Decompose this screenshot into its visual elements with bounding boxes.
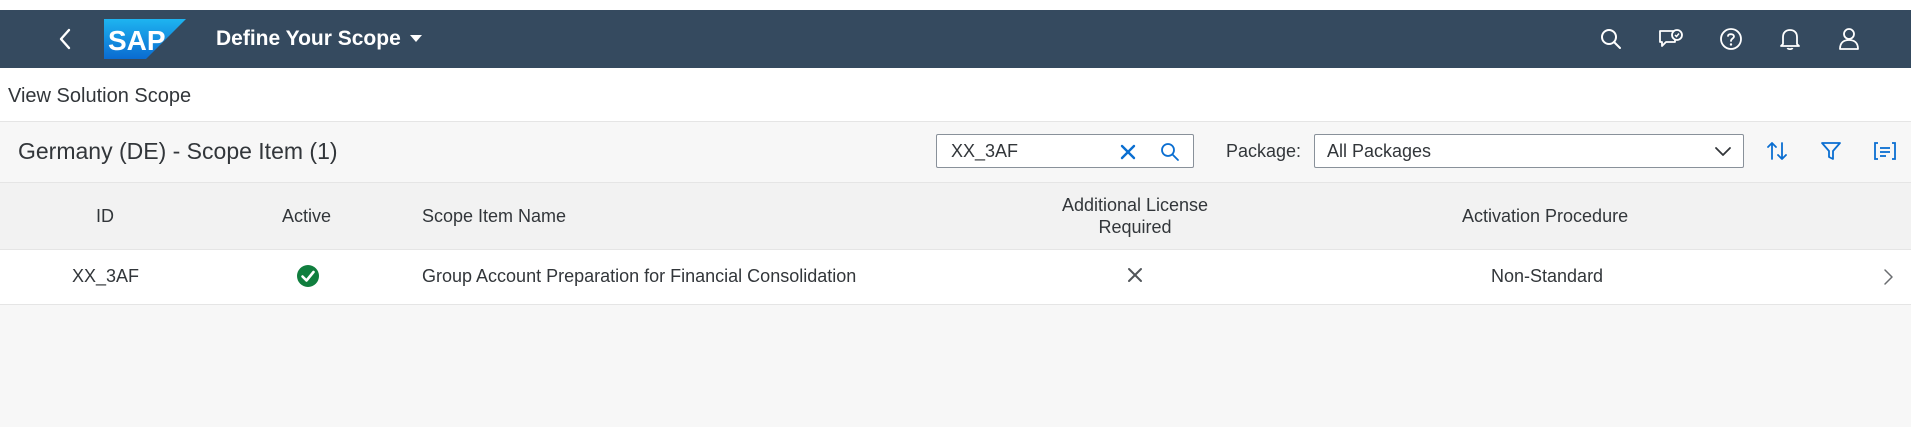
column-header-name[interactable]: Scope Item Name <box>422 206 566 227</box>
scope-item-table-area: Germany (DE) - Scope Item (1) XX_3AF Pac… <box>0 122 1911 427</box>
user-icon <box>1839 28 1859 50</box>
table-toolbar: Germany (DE) - Scope Item (1) XX_3AF Pac… <box>0 122 1911 182</box>
page-subheader: View Solution Scope <box>0 68 1911 122</box>
sort-button[interactable] <box>1762 136 1792 166</box>
chevron-down-icon <box>1711 140 1735 164</box>
column-header-id[interactable]: ID <box>96 206 114 227</box>
group-settings-button[interactable] <box>1870 136 1900 166</box>
filter-button[interactable] <box>1816 136 1846 166</box>
active-check-icon <box>296 264 320 293</box>
package-label: Package: <box>1226 141 1302 161</box>
svg-text:SAP: SAP <box>108 25 166 56</box>
caret-down-icon <box>409 35 422 42</box>
group-icon <box>1874 142 1896 160</box>
cell-id: XX_3AF <box>72 266 140 286</box>
app-title-menu[interactable]: Define Your Scope <box>216 24 423 54</box>
bell-icon <box>1780 29 1800 51</box>
search-button[interactable] <box>1596 24 1626 54</box>
clear-icon <box>1120 144 1136 160</box>
back-icon <box>59 28 71 50</box>
table-row[interactable]: XX_3AF Group Account Preparation for Fin… <box>0 250 1911 305</box>
search-icon <box>1161 143 1179 161</box>
package-select[interactable]: All Packages <box>1314 134 1744 168</box>
search-icon <box>1601 29 1621 49</box>
help-button[interactable] <box>1716 24 1746 54</box>
search-field[interactable]: XX_3AF <box>936 134 1194 168</box>
sort-icon <box>1767 142 1787 160</box>
app-title: Define Your Scope <box>216 27 401 50</box>
back-button[interactable] <box>50 24 80 54</box>
notifications-button[interactable] <box>1775 24 1805 54</box>
help-icon <box>1720 28 1742 50</box>
user-menu-button[interactable] <box>1834 24 1864 54</box>
search-submit-button[interactable] <box>1157 139 1183 165</box>
row-navigation-icon[interactable] <box>1882 268 1894 291</box>
column-header-activation[interactable]: Activation Procedure <box>1462 206 1628 227</box>
feedback-button[interactable] <box>1656 24 1686 54</box>
column-header-active[interactable]: Active <box>282 206 331 227</box>
top-strip <box>0 0 1911 10</box>
clear-search-button[interactable] <box>1115 139 1141 165</box>
shell-bar: SAP Define Your Scope <box>0 10 1911 68</box>
sap-logo-graphic: SAP <box>104 19 186 59</box>
license-not-required-icon <box>1126 266 1144 289</box>
filter-icon <box>1821 142 1841 160</box>
search-input-value[interactable]: XX_3AF <box>951 141 1018 162</box>
cell-scope-item-name: Group Account Preparation for Financial … <box>422 266 857 286</box>
package-select-value: All Packages <box>1327 141 1432 161</box>
page-title: View Solution Scope <box>8 85 192 107</box>
column-header-license[interactable]: Additional License Required <box>1050 194 1220 238</box>
feedback-icon <box>1659 29 1683 47</box>
table-title: Germany (DE) - Scope Item (1) <box>18 138 338 164</box>
cell-activation-procedure: Non-Standard <box>1491 266 1604 286</box>
sap-logo[interactable]: SAP <box>104 19 186 59</box>
table-header: ID Active Scope Item Name Additional Lic… <box>0 182 1911 250</box>
